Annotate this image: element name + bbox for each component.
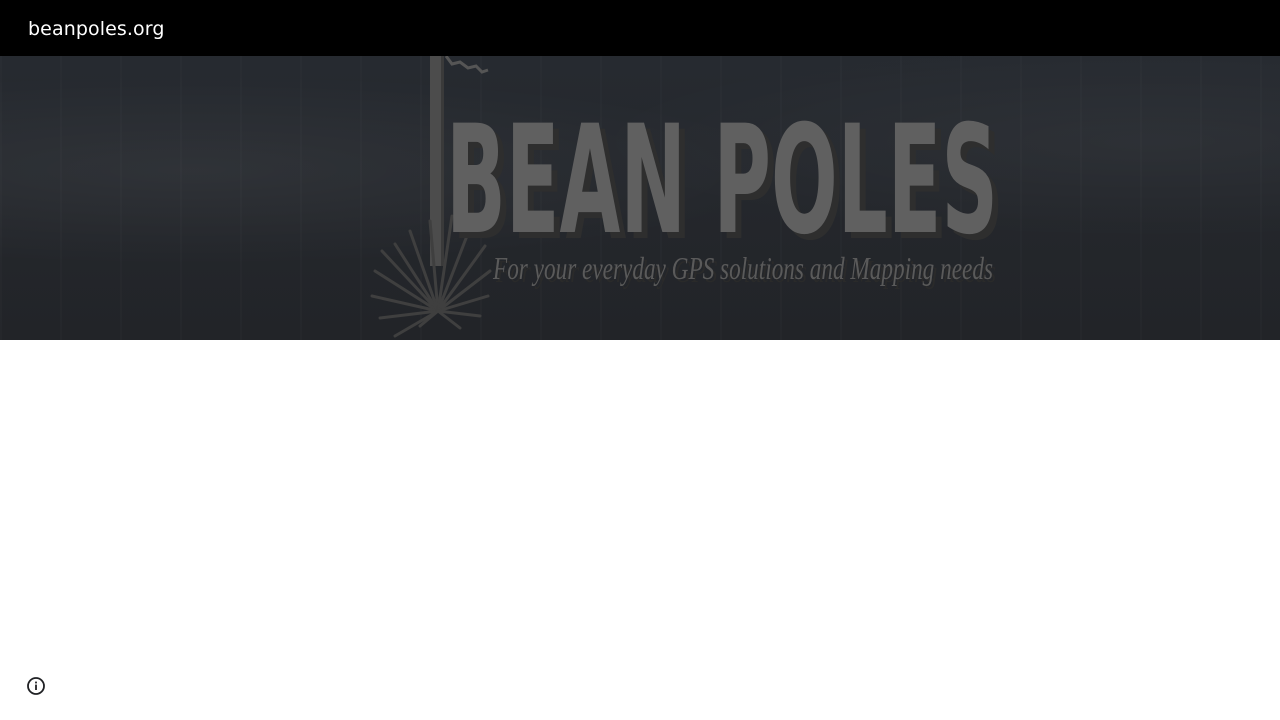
logo-tagline: For your everyday GPS solutions and Mapp…	[492, 250, 993, 286]
hero-logo-graphic: BEAN POLES BEAN POLES For your everyday …	[370, 56, 1004, 338]
main-content-area	[0, 340, 1280, 720]
site-title-link[interactable]: beanpoles.org	[28, 18, 165, 40]
info-icon	[27, 677, 45, 695]
site-header: beanpoles.org	[0, 0, 1280, 56]
logo-title: BEAN POLES	[446, 94, 998, 268]
site-info-button[interactable]	[25, 675, 47, 697]
hero-banner: BEAN POLES BEAN POLES For your everyday …	[0, 56, 1280, 340]
logo-text-group: BEAN POLES BEAN POLES For your everyday …	[446, 94, 1004, 289]
